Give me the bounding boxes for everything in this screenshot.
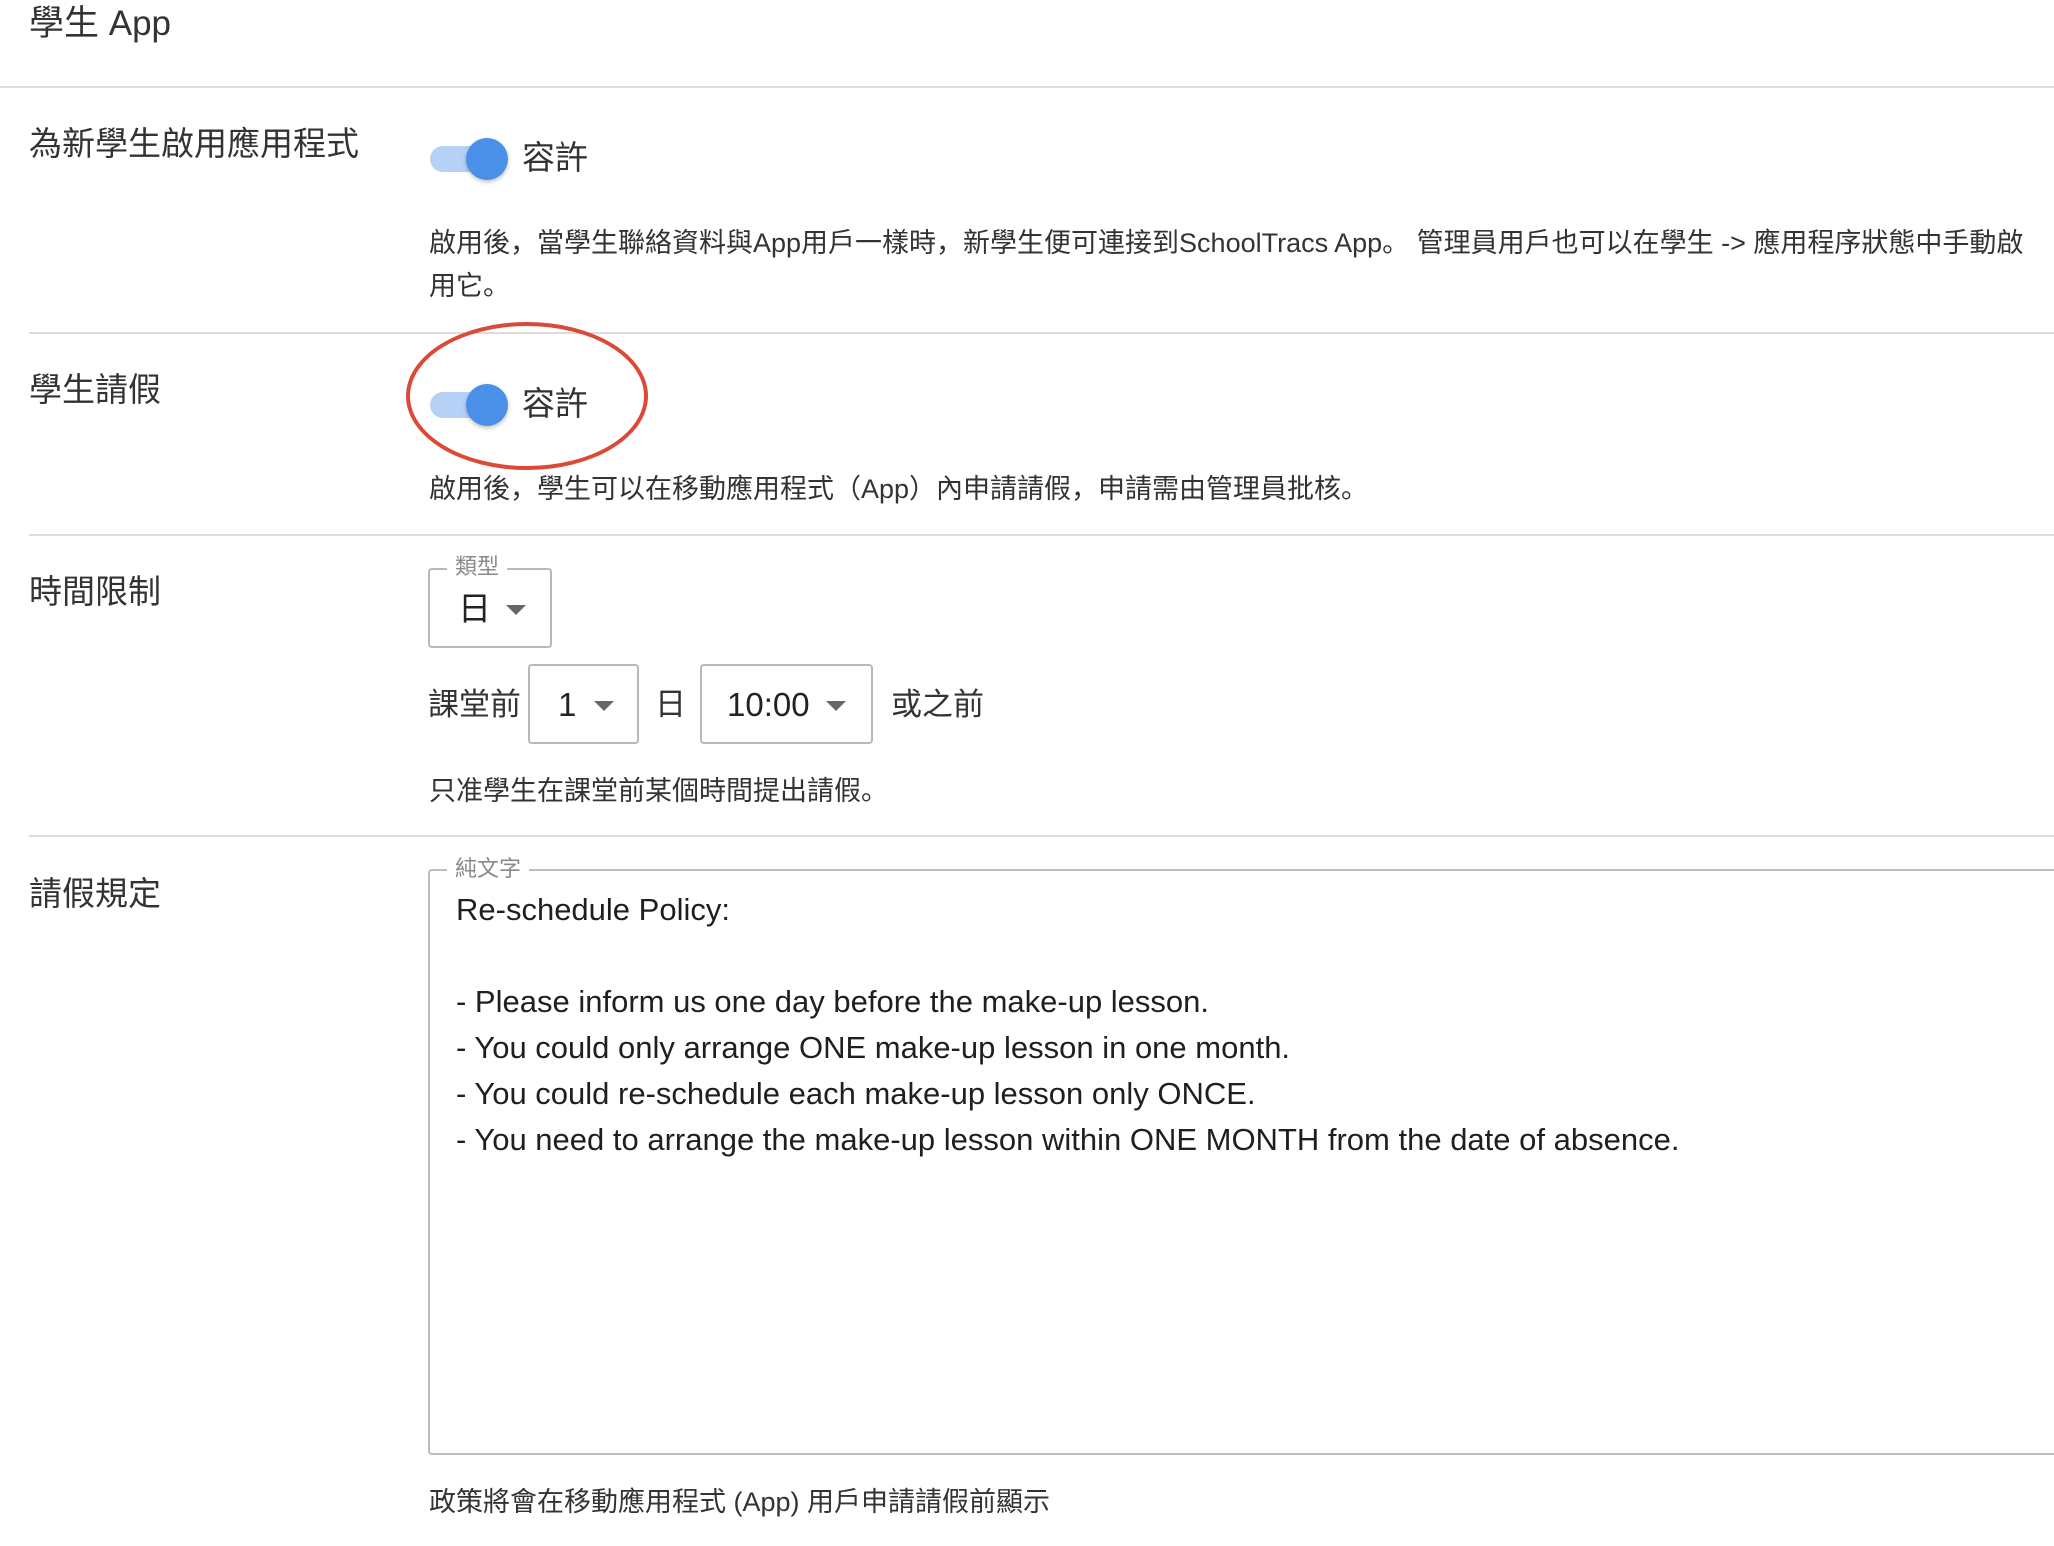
title-divider: [0, 86, 2054, 88]
leave-policy-label: 請假規定: [29, 875, 161, 912]
time-limit-days-select[interactable]: 1: [528, 664, 639, 744]
row-divider: [29, 835, 2054, 837]
time-limit-time-value: 10:00: [727, 686, 810, 723]
leave-policy-text: Re-schedule Policy: - Please inform us o…: [456, 892, 1680, 1157]
enable-new-students-toggle[interactable]: [428, 134, 508, 182]
page-title: 學生 App: [29, 4, 171, 43]
chevron-down-icon: [594, 701, 614, 711]
time-limit-days-unit: 日: [655, 687, 686, 722]
time-limit-label: 時間限制: [29, 573, 161, 610]
time-limit-type-select[interactable]: 日: [428, 568, 552, 648]
time-limit-suffix: 或之前: [891, 687, 984, 722]
time-limit-days-value: 1: [558, 686, 577, 723]
leave-policy-textarea[interactable]: Re-schedule Policy: - Please inform us o…: [428, 869, 2054, 1455]
time-limit-time-select[interactable]: 10:00: [700, 664, 873, 744]
enable-new-students-label: 為新學生啟用應用程式: [29, 125, 359, 162]
toggle-knob: [466, 138, 508, 180]
leave-policy-footer: 政策將會在移動應用程式 (App) 用戶申請請假前顯示: [429, 1487, 1051, 1517]
row-divider: [29, 534, 2054, 536]
enable-new-students-description-line1: 啟用後，當學生聯絡資料與App用戶一樣時，新學生便可連接到SchoolTracs…: [429, 228, 2024, 258]
row-divider: [29, 332, 2054, 334]
leave-policy-legend: 純文字: [447, 856, 530, 882]
time-limit-prefix: 課堂前: [428, 687, 521, 722]
time-limit-type-legend: 類型: [447, 554, 508, 580]
enable-new-students-description-line2: 用它。: [429, 271, 510, 301]
student-leave-toggle[interactable]: [428, 380, 508, 428]
enable-new-students-toggle-label: 容許: [522, 139, 588, 176]
chevron-down-icon: [506, 605, 526, 615]
student-app-settings-page: 學生 App 為新學生啟用應用程式 容許 啟用後，當學生聯絡資料與App用戶一樣…: [0, 0, 2054, 1546]
student-leave-toggle-label: 容許: [522, 385, 588, 422]
chevron-down-icon: [826, 701, 846, 711]
time-limit-type-value: 日: [458, 590, 491, 627]
toggle-knob: [466, 384, 508, 426]
student-leave-label: 學生請假: [29, 371, 161, 408]
student-leave-description: 啟用後，學生可以在移動應用程式（App）內申請請假，申請需由管理員批核。: [429, 474, 1369, 504]
time-limit-description: 只准學生在課堂前某個時間提出請假。: [429, 776, 888, 806]
